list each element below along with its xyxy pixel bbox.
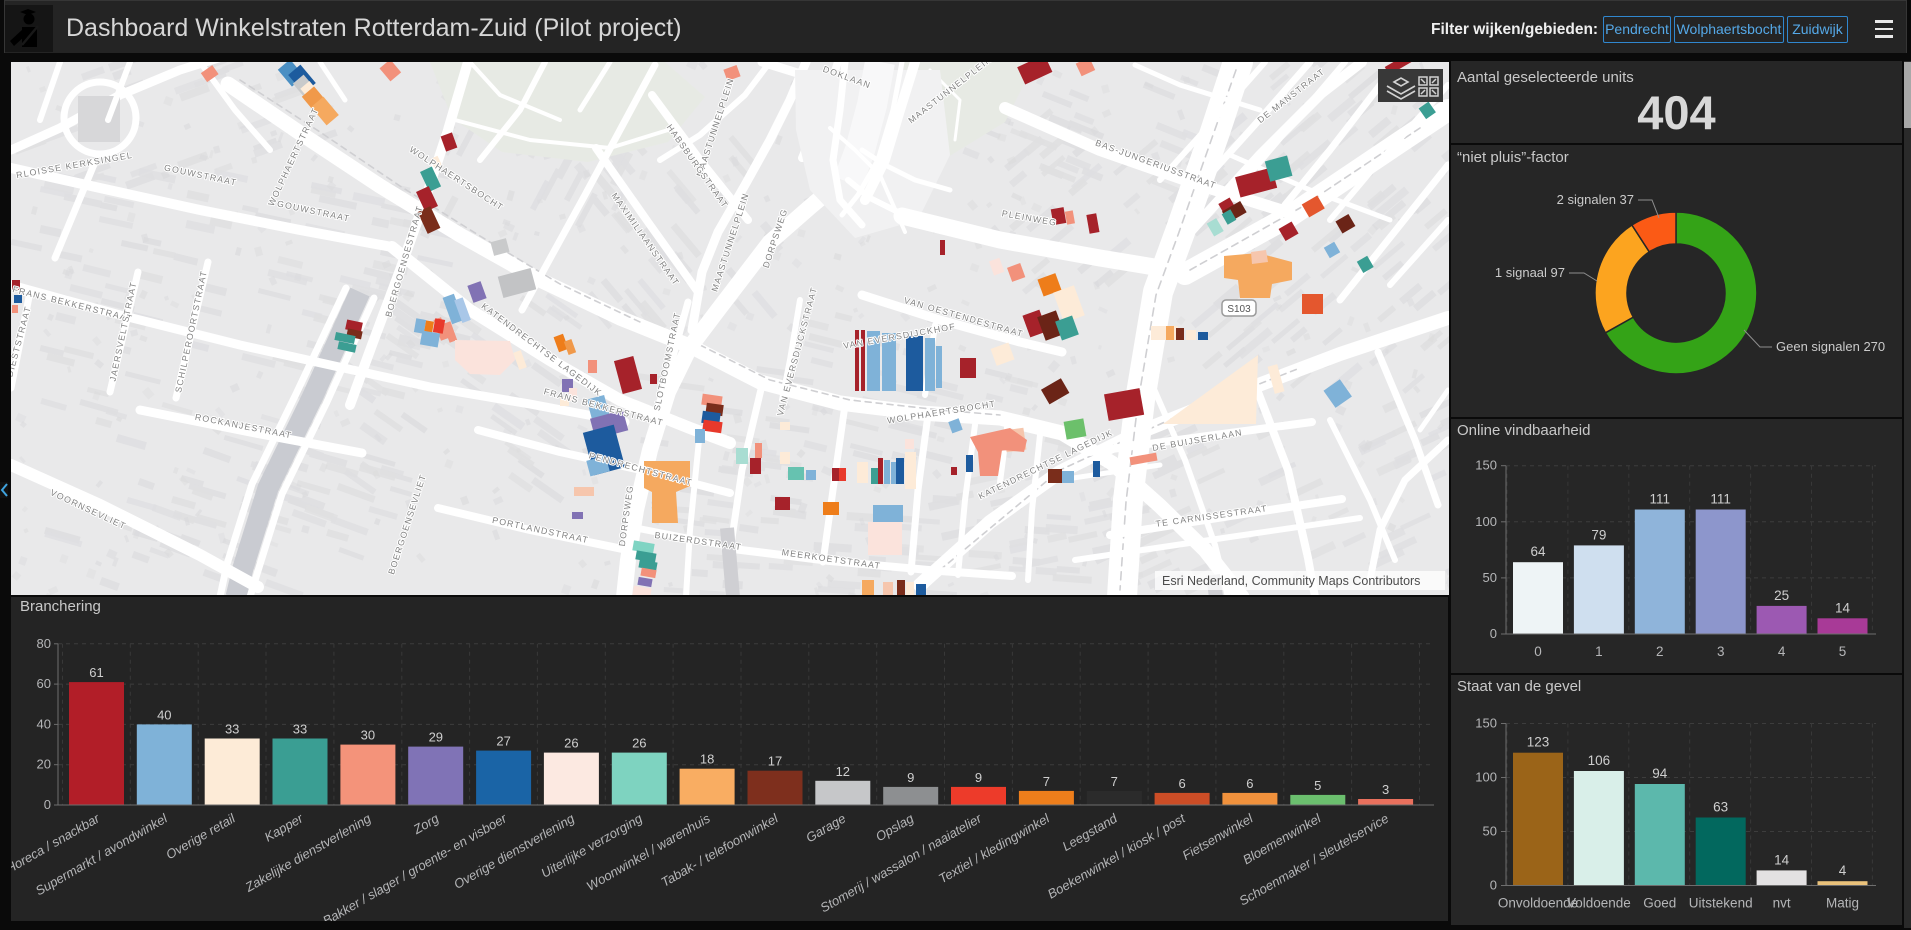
svg-text:20: 20 <box>37 757 51 772</box>
svg-text:3: 3 <box>1382 782 1389 797</box>
svg-text:“niet pluis”-factor: “niet pluis”-factor <box>1457 149 1569 166</box>
svg-text:Opslag: Opslag <box>873 810 917 844</box>
svg-text:0: 0 <box>44 797 51 812</box>
svg-text:Uitstekend: Uitstekend <box>1689 896 1753 911</box>
svg-text:Online vindbaarheid: Online vindbaarheid <box>1457 422 1590 439</box>
svg-text:123: 123 <box>1527 735 1550 750</box>
svg-text:1 signaal 97: 1 signaal 97 <box>1495 265 1565 280</box>
svg-text:12: 12 <box>836 764 850 779</box>
svg-text:26: 26 <box>564 736 578 751</box>
svg-text:Zakelijke dienstverlening: Zakelijke dienstverlening <box>242 810 374 895</box>
svg-text:60: 60 <box>37 676 51 691</box>
svg-text:150: 150 <box>1475 458 1497 473</box>
svg-text:Overige retail: Overige retail <box>163 810 238 862</box>
svg-text:7: 7 <box>1043 774 1050 789</box>
svg-text:25: 25 <box>1774 588 1789 603</box>
svg-text:Leegstand: Leegstand <box>1060 810 1121 854</box>
svg-text:29: 29 <box>429 730 443 745</box>
svg-text:4: 4 <box>1778 644 1786 659</box>
svg-text:5: 5 <box>1314 778 1321 793</box>
svg-text:Woonwinkel / warenhuis: Woonwinkel / warenhuis <box>584 810 713 893</box>
svg-text:4: 4 <box>1839 863 1847 878</box>
svg-text:9: 9 <box>907 770 914 785</box>
svg-text:40: 40 <box>157 707 171 722</box>
svg-text:80: 80 <box>37 636 51 651</box>
svg-text:Branchering: Branchering <box>20 598 101 615</box>
svg-text:Zorg: Zorg <box>410 810 442 837</box>
svg-text:50: 50 <box>1483 570 1497 585</box>
svg-text:nvt: nvt <box>1773 896 1791 911</box>
svg-text:2: 2 <box>1656 644 1664 659</box>
svg-text:14: 14 <box>1774 852 1790 867</box>
svg-text:6: 6 <box>1178 776 1185 791</box>
svg-text:9: 9 <box>975 770 982 785</box>
svg-text:94: 94 <box>1652 766 1668 781</box>
svg-text:27: 27 <box>496 734 510 749</box>
svg-text:64: 64 <box>1530 544 1546 559</box>
svg-text:33: 33 <box>225 722 239 737</box>
svg-text:61: 61 <box>89 665 103 680</box>
svg-text:6: 6 <box>1246 776 1253 791</box>
svg-text:17: 17 <box>768 754 782 769</box>
svg-text:Garage: Garage <box>803 811 848 846</box>
svg-text:106: 106 <box>1588 753 1611 768</box>
svg-text:1: 1 <box>1595 644 1603 659</box>
svg-text:Overige dienstverlening: Overige dienstverlening <box>451 810 577 892</box>
svg-text:100: 100 <box>1475 770 1497 785</box>
svg-text:150: 150 <box>1475 716 1497 731</box>
svg-text:100: 100 <box>1475 514 1497 529</box>
svg-text:14: 14 <box>1835 600 1851 615</box>
svg-text:3: 3 <box>1717 644 1725 659</box>
svg-text:Voldoende: Voldoende <box>1567 896 1631 911</box>
svg-text:26: 26 <box>632 736 646 751</box>
svg-text:0: 0 <box>1490 626 1497 641</box>
svg-text:7: 7 <box>1111 774 1118 789</box>
svg-text:2 signalen 37: 2 signalen 37 <box>1557 192 1634 207</box>
svg-text:Staat van de gevel: Staat van de gevel <box>1457 678 1581 695</box>
svg-text:S103: S103 <box>1227 304 1251 315</box>
svg-text:Tabak- / telefoonwinkel: Tabak- / telefoonwinkel <box>658 810 781 890</box>
svg-text:Kapper: Kapper <box>262 810 306 844</box>
svg-text:111: 111 <box>1650 492 1671 507</box>
svg-text:111: 111 <box>1710 492 1731 507</box>
svg-text:Geen signalen 270: Geen signalen 270 <box>1776 339 1885 354</box>
svg-text:33: 33 <box>293 722 307 737</box>
svg-text:18: 18 <box>700 752 714 767</box>
svg-text:40: 40 <box>37 716 51 731</box>
svg-text:63: 63 <box>1713 800 1728 815</box>
svg-text:5: 5 <box>1839 644 1847 659</box>
svg-text:Goed: Goed <box>1643 896 1676 911</box>
svg-text:30: 30 <box>361 728 375 743</box>
svg-text:50: 50 <box>1483 824 1497 839</box>
svg-text:Matig: Matig <box>1826 896 1859 911</box>
svg-text:Esri Nederland, Community Maps: Esri Nederland, Community Maps Contribut… <box>1162 574 1420 588</box>
svg-text:79: 79 <box>1591 527 1606 542</box>
svg-text:0: 0 <box>1534 644 1542 659</box>
svg-text:0: 0 <box>1490 878 1497 893</box>
svg-text:Textiel / kledingwinkel: Textiel / kledingwinkel <box>936 810 1053 886</box>
